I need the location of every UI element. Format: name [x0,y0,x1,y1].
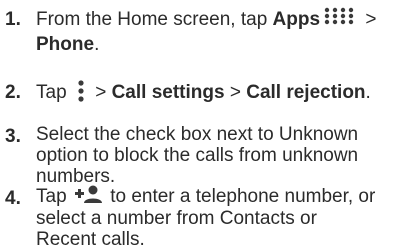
text-run: From the Home screen, tap [36,9,273,30]
step-number: 4. [5,188,21,209]
step-text: Select the check box next to Unknown opt… [36,124,388,187]
text-run: Tap [36,186,72,208]
step-line: Phone. [36,32,388,57]
text-run: > [360,9,377,30]
step-number: 1. [5,9,21,30]
text-run: . [94,34,100,55]
apps-grid-icon [324,7,356,29]
step-text: Tap to enter a telephone number, or sele… [36,183,388,250]
step-line: option to block the calls from unknown [36,145,359,166]
text-run: to enter a telephone number, or [104,186,376,208]
call-settings-label: Call settings [111,82,225,103]
step-number: 2. [5,82,21,103]
text-run: Tap [36,82,72,103]
text-run: . [365,82,371,103]
step-line: Recent calls. [36,229,145,250]
step-text: From the Home screen, tap Apps > Phone. [36,7,388,57]
call-rejection-label: Call rejection [246,82,366,103]
apps-label: Apps [272,9,321,30]
step-line: select a number from Contacts or [36,208,317,229]
phone-label: Phone [36,34,95,55]
text-run: > [224,82,247,103]
overflow-menu-icon [75,79,87,103]
step-line: Tap > Call settings > Call rejection. [36,80,388,105]
step-line: Select the check box next to Unknown [36,124,359,145]
add-contact-icon [74,183,102,205]
step-number: 3. [5,126,21,147]
text-run: > [89,82,112,103]
step-text: Tap > Call settings > Call rejection. [36,80,388,105]
step-line: Tap to enter a telephone number, or [36,183,388,208]
step-line: From the Home screen, tap Apps > [36,7,388,32]
